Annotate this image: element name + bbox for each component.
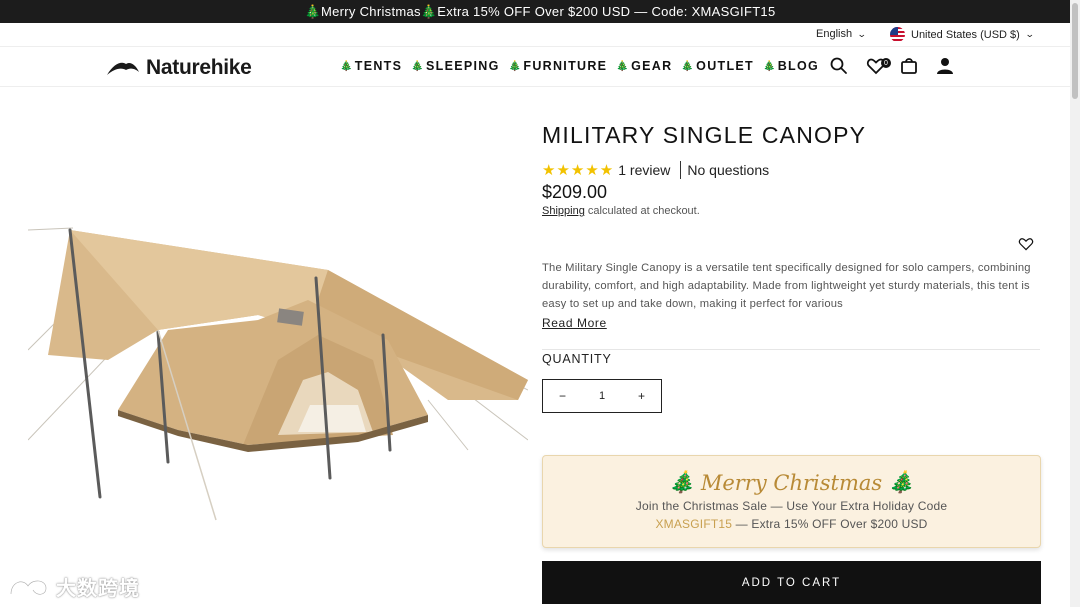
nav-item-blog[interactable]: 🎄 BLOG — [763, 59, 819, 73]
promo-heading: Merry Christmas — [700, 470, 883, 495]
chevron-down-icon: ⌄ — [856, 28, 867, 39]
announcement-bar[interactable]: 🎄Merry Christmas🎄Extra 15% OFF Over $200… — [0, 0, 1080, 23]
promo-code: XMASGIFT15 — [655, 517, 733, 531]
divider — [680, 161, 682, 179]
country-selector[interactable]: United States (USD $) ⌄ — [890, 27, 1035, 42]
country-label: United States (USD $) — [911, 28, 1020, 41]
scrollbar-thumb[interactable] — [1072, 3, 1078, 99]
utility-bar: English ⌄ United States (USD $) ⌄ — [0, 23, 1070, 47]
cart-bag-icon[interactable] — [899, 56, 919, 76]
mountain-logo-icon — [107, 62, 139, 75]
nav-label: BLOG — [777, 59, 820, 73]
brand-logo[interactable]: Naturehike — [106, 56, 252, 80]
questions-link[interactable]: No questions — [687, 162, 769, 178]
nav-item-tents[interactable]: 🎄 TENTS — [340, 59, 402, 73]
divider — [542, 349, 1040, 350]
decrease-quantity-button[interactable]: − — [559, 389, 566, 403]
search-icon[interactable] — [829, 56, 849, 76]
product-description: The Military Single Canopy is a versatil… — [542, 262, 1031, 309]
promo-title: 🎄 Merry Christmas 🎄 — [543, 470, 1040, 495]
language-label: English — [816, 28, 853, 40]
promo-offer: — Extra 15% OFF Over $200 USD — [732, 517, 928, 531]
read-more-link[interactable]: Read More — [542, 316, 607, 330]
quantity-value[interactable]: 1 — [599, 390, 605, 402]
increase-quantity-button[interactable]: + — [638, 389, 645, 403]
tree-icon: 🎄 — [411, 60, 426, 72]
watermark: 大数跨境 — [8, 572, 140, 601]
product-title: MILITARY SINGLE CANOPY — [542, 122, 867, 148]
nav-item-outlet[interactable]: 🎄 OUTLET — [681, 59, 754, 73]
nav-item-furniture[interactable]: 🎄 FURNITURE — [509, 59, 608, 73]
main-nav: 🎄 TENTS 🎄 SLEEPING 🎄 FURNITURE 🎄 GEAR 🎄 OUTLE… — [340, 59, 819, 73]
watermark-text: 大数跨境 — [56, 578, 140, 600]
wishlist-count-badge: 0 — [881, 58, 891, 68]
tree-icon: 🎄 — [616, 60, 631, 72]
promo-line-1: Join the Christmas Sale — Use Your Extra… — [635, 499, 948, 513]
nav-label: SLEEPING — [426, 59, 500, 73]
tree-icon: 🎄 — [681, 60, 696, 72]
add-to-wishlist-heart-icon[interactable] — [1018, 236, 1034, 252]
quantity-stepper: − 1 + — [542, 379, 662, 413]
tree-icon: 🎄 — [340, 60, 354, 72]
chevron-down-icon: ⌄ — [1024, 29, 1035, 39]
brand-name: Naturehike — [146, 56, 252, 79]
shipping-note: Shipping calculated at checkout. — [542, 205, 700, 217]
christmas-tree-icon: 🎄 — [888, 470, 915, 494]
nav-label: TENTS — [354, 59, 403, 73]
star-rating-icon: ★★★★★ — [542, 162, 615, 179]
christmas-tree-icon: 🎄 — [668, 470, 695, 494]
page-scrollbar[interactable] — [1070, 0, 1080, 607]
tree-icon: 🎄 — [508, 60, 523, 72]
shipping-link[interactable]: Shipping — [542, 205, 585, 217]
account-user-icon[interactable] — [935, 56, 955, 76]
nav-item-gear[interactable]: 🎄 GEAR — [616, 59, 672, 73]
language-selector[interactable]: English ⌄ — [816, 28, 867, 40]
nav-label: FURNITURE — [523, 59, 608, 73]
product-image-tent[interactable] — [28, 200, 528, 530]
nav-label: OUTLET — [696, 59, 754, 73]
shipping-text: calculated at checkout. — [584, 205, 700, 217]
us-flag-icon — [890, 27, 905, 42]
review-count-link[interactable]: 1 review — [618, 162, 670, 178]
product-price: $209.00 — [542, 182, 608, 202]
promo-line-2: XMASGIFT15 — Extra 15% OFF Over $200 USD — [543, 517, 1040, 531]
nav-item-sleeping[interactable]: 🎄 SLEEPING — [411, 59, 499, 73]
nav-label: GEAR — [631, 59, 673, 73]
add-to-cart-button[interactable]: ADD TO CART — [542, 561, 1041, 604]
christmas-promo-banner: 🎄 Merry Christmas 🎄 Join the Christmas S… — [542, 455, 1041, 548]
quantity-label: QUANTITY — [542, 352, 612, 366]
watermark-logo-icon — [9, 579, 48, 595]
announcement-text: 🎄Merry Christmas🎄Extra 15% OFF Over $200… — [304, 3, 776, 19]
rating-summary[interactable]: ★★★★★ 1 review No questions — [542, 161, 769, 179]
tree-icon: 🎄 — [762, 60, 777, 72]
